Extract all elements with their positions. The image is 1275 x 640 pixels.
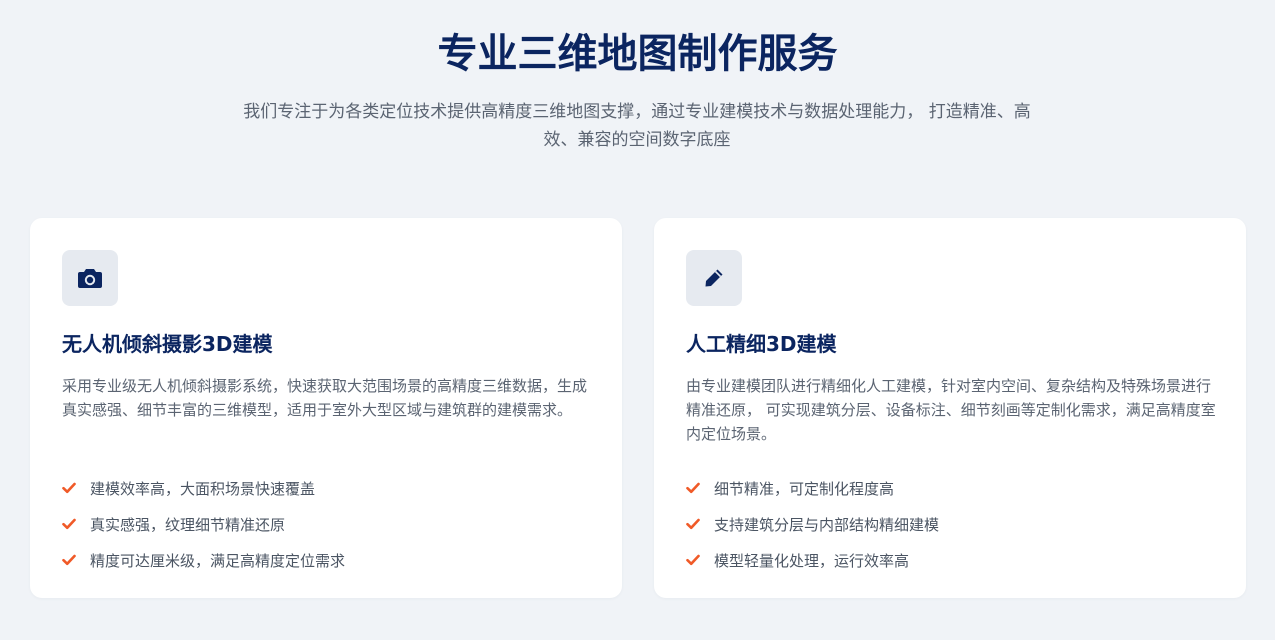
feature-text: 建模效率高，大面积场景快速覆盖 xyxy=(90,479,316,498)
card-title: 人工精细3D建模 xyxy=(686,332,837,356)
camera-icon-box xyxy=(62,250,118,306)
feature-item: 真实感强，纹理细节精准还原 xyxy=(62,506,345,542)
feature-item: 模型轻量化处理，运行效率高 xyxy=(686,542,939,578)
feature-text: 细节精准，可定制化程度高 xyxy=(714,479,895,498)
check-icon xyxy=(62,481,76,495)
check-icon xyxy=(686,481,700,495)
card-description: 采用专业级无人机倾斜摄影系统，快速获取大范围场景的高精度三维数据，生成真实感强、… xyxy=(62,377,588,419)
pencil-icon-box xyxy=(686,250,742,306)
page-subtitle: 我们专注于为各类定位技术提供高精度三维地图支撑，通过专业建模技术与数据处理能力，… xyxy=(243,102,1031,150)
pencil-icon xyxy=(705,269,723,287)
service-card-drone-modeling: 无人机倾斜摄影3D建模 采用专业级无人机倾斜摄影系统，快速获取大范围场景的高精度… xyxy=(30,218,622,598)
check-icon xyxy=(62,517,76,531)
feature-text: 模型轻量化处理，运行效率高 xyxy=(714,551,910,570)
service-card-manual-modeling: 人工精细3D建模 由专业建模团队进行精细化人工建模，针对室内空间、复杂结构及特殊… xyxy=(654,218,1246,598)
feature-item: 细节精准，可定制化程度高 xyxy=(686,470,939,506)
feature-list: 细节精准，可定制化程度高 支持建筑分层与内部结构精细建模 模型轻量化处理，运行效… xyxy=(686,470,939,578)
page-title: 专业三维地图制作服务 xyxy=(437,31,838,77)
feature-text: 精度可达厘米级，满足高精度定位需求 xyxy=(90,551,346,570)
feature-list: 建模效率高，大面积场景快速覆盖 真实感强，纹理细节精准还原 精度可达厘米级，满足… xyxy=(62,470,345,578)
check-icon xyxy=(62,553,76,567)
feature-text: 真实感强，纹理细节精准还原 xyxy=(90,515,286,534)
camera-icon xyxy=(78,269,102,288)
card-title: 无人机倾斜摄影3D建模 xyxy=(62,332,273,356)
feature-item: 支持建筑分层与内部结构精细建模 xyxy=(686,506,939,542)
feature-item: 精度可达厘米级，满足高精度定位需求 xyxy=(62,542,345,578)
card-description: 由专业建模团队进行精细化人工建模，针对室内空间、复杂结构及特殊场景进行精准还原，… xyxy=(686,377,1216,443)
check-icon xyxy=(686,553,700,567)
check-icon xyxy=(686,517,700,531)
feature-item: 建模效率高，大面积场景快速覆盖 xyxy=(62,470,345,506)
feature-text: 支持建筑分层与内部结构精细建模 xyxy=(714,515,940,534)
